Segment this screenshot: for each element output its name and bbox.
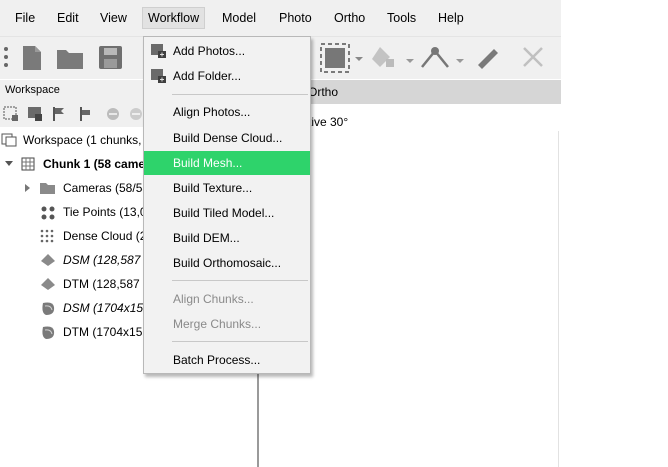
tree-label-dtm: DTM (128,587 fa	[63, 277, 144, 291]
menu-view[interactable]: View	[98, 10, 129, 26]
add-folder-icon	[151, 69, 166, 83]
tie-points-icon	[41, 206, 55, 220]
tree-label-ortho-dtm: DTM (1704x152	[63, 325, 144, 339]
add-chunk-icon[interactable]	[3, 106, 19, 122]
menu-item-build-texture[interactable]: Build Texture...	[144, 176, 310, 200]
menu-separator	[172, 94, 308, 95]
folder-icon	[40, 183, 55, 194]
orthomosaic-icon	[42, 326, 55, 339]
menu-tools[interactable]: Tools	[385, 10, 418, 26]
menu-separator	[172, 280, 308, 281]
menu-item-align-photos[interactable]: Align Photos...	[144, 100, 310, 124]
menu-item-batch-process[interactable]: Batch Process...	[144, 348, 310, 372]
dense-cloud-icon	[40, 229, 54, 243]
tab-ortho[interactable]: Ortho	[308, 85, 338, 99]
workspace-tree: Workspace (1 chunks, 5 Chunk 1 (58 came …	[0, 127, 144, 467]
selection-rect-icon[interactable]	[319, 42, 364, 74]
orthomosaic-icon	[42, 302, 55, 315]
workspace-header: Workspace	[0, 80, 144, 101]
add-marker-icon[interactable]	[52, 106, 68, 122]
tree-label-dsm: DSM (128,587 f	[63, 253, 144, 267]
workspace-toolbar	[0, 101, 144, 127]
menu-item-add-folder[interactable]: Add Folder...	[144, 64, 310, 88]
tree-label-tie-points: Tie Points (13,0	[63, 205, 144, 219]
tree-row-ortho-dtm[interactable]: DTM (1704x152	[0, 321, 144, 343]
menu-help[interactable]: Help	[436, 10, 466, 26]
open-folder-icon[interactable]	[56, 45, 86, 71]
menu-item-build-orthomosaic[interactable]: Build Orthomosaic...	[144, 251, 310, 275]
tree-row-tie-points[interactable]: Tie Points (13,0	[0, 201, 144, 223]
add-scalebar-icon[interactable]	[77, 106, 93, 122]
chunk-icon	[21, 157, 35, 171]
menu-file[interactable]: File	[13, 10, 37, 26]
tree-label-dense-cloud: Dense Cloud (2	[63, 229, 144, 243]
tree-row-dtm[interactable]: DTM (128,587 fa	[0, 273, 144, 295]
tree-label-cameras: Cameras (58/58	[63, 181, 144, 195]
menu-edit[interactable]: Edit	[55, 10, 81, 26]
tree-row-cameras[interactable]: Cameras (58/58	[0, 177, 144, 199]
tree-label-ortho-dsm: DSM (1704x152	[63, 301, 144, 315]
menu-separator	[172, 341, 308, 342]
close-x-icon[interactable]	[521, 45, 545, 69]
menu-item-merge-chunks: Merge Chunks...	[173, 317, 262, 331]
menu-item-build-mesh[interactable]: Build Mesh...	[144, 151, 310, 175]
workflow-menu: Add Photos... Add Folder... Align Photos…	[143, 36, 311, 374]
tree-row-ortho-dsm[interactable]: DSM (1704x152	[0, 297, 144, 319]
dem-icon	[41, 254, 55, 266]
menu-item-build-tiled-model[interactable]: Build Tiled Model...	[144, 201, 310, 225]
ruler-point-icon[interactable]	[420, 45, 466, 71]
tree-row-workspace[interactable]: Workspace (1 chunks, 5	[0, 129, 144, 151]
menu-photo[interactable]: Photo	[277, 10, 314, 26]
menu-workflow[interactable]: Workflow	[142, 7, 206, 29]
tree-label-workspace: Workspace (1 chunks, 5	[23, 133, 144, 147]
perspective-label: tive 30°	[308, 115, 349, 129]
disable-item-icon[interactable]	[128, 106, 144, 122]
menu-item-build-dense-cloud[interactable]: Build Dense Cloud...	[144, 126, 310, 150]
menu-bar: File Edit View Workflow Model Photo Orth…	[0, 0, 561, 36]
tree-label-chunk: Chunk 1 (58 came	[43, 157, 144, 171]
dem-icon	[41, 278, 55, 290]
add-photos-icon	[151, 44, 166, 58]
remove-item-icon[interactable]	[105, 106, 121, 122]
chevron-right-icon[interactable]	[24, 184, 32, 193]
menu-item-align-chunks: Align Chunks...	[173, 292, 254, 306]
menu-item-build-dem[interactable]: Build DEM...	[144, 226, 310, 250]
add-photos-icon[interactable]	[27, 106, 43, 122]
toolbar-grip-icon	[4, 47, 8, 67]
viewport-edge	[558, 131, 559, 467]
shape-tool-icon[interactable]	[370, 45, 416, 71]
menu-item-add-photos[interactable]: Add Photos...	[144, 39, 310, 63]
chevron-down-icon[interactable]	[5, 160, 14, 169]
new-document-icon[interactable]	[21, 45, 43, 71]
workspace-title: Workspace	[5, 84, 60, 96]
save-icon[interactable]	[98, 45, 124, 71]
tree-row-dense-cloud[interactable]: Dense Cloud (2	[0, 225, 144, 247]
menu-model[interactable]: Model	[220, 10, 258, 26]
tree-row-chunk[interactable]: Chunk 1 (58 came	[0, 153, 144, 175]
menu-ortho[interactable]: Ortho	[332, 10, 367, 26]
tree-row-dsm[interactable]: DSM (128,587 f	[0, 249, 144, 271]
ruler-icon[interactable]	[474, 45, 500, 71]
workspace-icon	[1, 133, 17, 147]
